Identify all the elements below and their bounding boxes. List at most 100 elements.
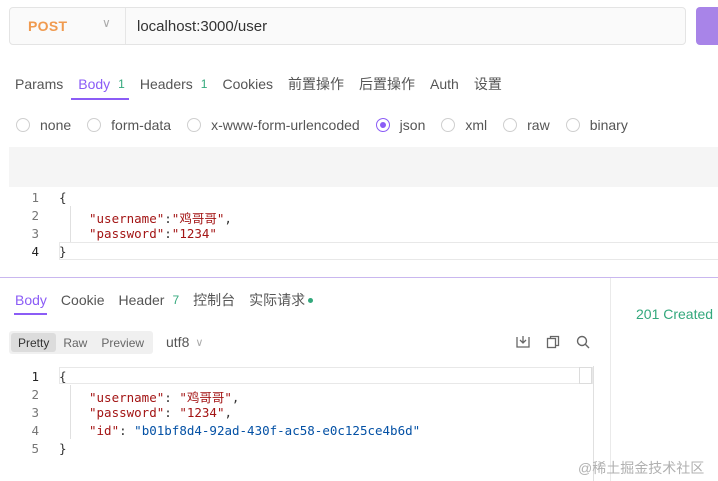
url-input[interactable]: [137, 8, 677, 44]
tab-count-badge: 1: [200, 77, 208, 91]
json-end: ,: [224, 405, 233, 420]
watermark: @稀土掘金技术社区: [578, 460, 705, 476]
json-key: "username": [89, 211, 165, 226]
response-body-viewer[interactable]: 1 { 2 "username": "鸡哥哥", 3 "password": "…: [9, 366, 594, 481]
radio-label: json: [399, 117, 426, 133]
mode-raw[interactable]: Raw: [56, 333, 94, 352]
radio-label: none: [40, 117, 72, 133]
code-line: {: [59, 190, 67, 205]
radio-xml[interactable]: xml: [441, 117, 487, 133]
divider: [610, 278, 611, 481]
radio-circle: [187, 118, 202, 132]
tab-label: Body: [78, 76, 111, 92]
line-number: 5: [31, 441, 39, 456]
line-number: 2: [31, 387, 39, 402]
copy-icon[interactable]: [545, 334, 561, 350]
send-button[interactable]: [696, 7, 718, 45]
tab-label: Cookie: [60, 292, 105, 308]
mode-preview[interactable]: Preview: [94, 333, 151, 352]
tab-post-request[interactable]: 后置操作: [359, 74, 415, 94]
radio-circle: [16, 118, 30, 132]
radio-raw[interactable]: raw: [503, 117, 550, 133]
tab-label: 实际请求: [249, 292, 306, 308]
json-value: "鸡哥哥": [179, 390, 232, 405]
code-line: }: [59, 244, 67, 259]
tab-response-cookie[interactable]: Cookie: [61, 290, 105, 310]
tab-pre-request[interactable]: 前置操作: [288, 74, 344, 94]
json-value: "鸡哥哥": [171, 211, 225, 226]
tab-response-header[interactable]: Header 7: [119, 290, 180, 310]
code-line: "username": "鸡哥哥",: [89, 387, 239, 406]
radio-urlencoded[interactable]: x-www-form-urlencoded: [187, 117, 360, 133]
json-sep: :: [119, 423, 135, 438]
radio-circle: [565, 118, 580, 132]
body-type-radios: none form-data x-www-form-urlencoded jso…: [16, 117, 644, 133]
line-number: 4: [31, 244, 39, 259]
json-value: "b01bf8d4-92ad-430f-ac58-e0c125ce4b6d": [134, 423, 421, 438]
tab-body[interactable]: Body 1: [78, 74, 125, 94]
code-line: "password":"1234": [89, 226, 217, 241]
encoding-value: utf8: [166, 334, 190, 350]
json-value: "1234": [171, 226, 217, 241]
divider: [125, 8, 126, 44]
json-key: "password": [89, 226, 165, 241]
tab-response-body[interactable]: Body: [15, 290, 47, 310]
json-key: "password": [89, 405, 165, 420]
radio-none[interactable]: none: [16, 117, 71, 133]
radio-label: binary: [589, 117, 628, 133]
json-end: ,: [224, 211, 232, 226]
tab-label: 控制台: [193, 292, 236, 308]
radio-binary[interactable]: binary: [565, 117, 628, 133]
editor-toolbar: [9, 147, 718, 187]
radio-circle: [87, 118, 102, 132]
json-key: "id": [89, 423, 120, 438]
active-tab-indicator: [71, 98, 129, 100]
tab-auth[interactable]: Auth: [430, 74, 459, 94]
radio-json[interactable]: json: [375, 117, 426, 133]
status-dot: [308, 297, 314, 303]
tab-label: Header: [118, 292, 165, 308]
tab-actual-request[interactable]: 实际请求: [249, 290, 314, 310]
radio-label: form-data: [111, 117, 172, 133]
chevron-down-icon: ∨: [195, 336, 204, 349]
request-tabs: Params Body 1 Headers 1 Cookies 前置操作 后置操作 …: [15, 74, 517, 94]
tab-console[interactable]: 控制台: [193, 290, 235, 310]
tab-label: 前置操作: [288, 76, 345, 92]
json-sep: :: [164, 226, 172, 241]
json-value: "1234": [179, 405, 225, 420]
radio-label: xml: [465, 117, 488, 133]
chevron-down-icon: ∨: [102, 16, 111, 30]
tab-count-badge: 7: [172, 293, 180, 307]
code-line: {: [59, 369, 67, 384]
code-line: "id": "b01bf8d4-92ad-430f-ac58-e0c125ce4…: [89, 423, 420, 438]
request-body-editor[interactable]: 1 { 2 "username":"鸡哥哥", 3 "password":"12…: [9, 187, 718, 262]
radio-label: x-www-form-urlencoded: [211, 117, 360, 133]
tab-headers[interactable]: Headers 1: [140, 74, 208, 94]
view-mode-toggle: Pretty Raw Preview: [9, 331, 154, 354]
radio-circle: [441, 118, 456, 132]
code-line: "username":"鸡哥哥",: [89, 208, 232, 227]
tab-label: Headers: [139, 76, 193, 92]
json-sep: :: [164, 211, 172, 226]
json-sep: :: [164, 405, 180, 420]
method-label: POST: [28, 18, 68, 34]
tab-label: Auth: [430, 76, 459, 92]
tab-label: Cookies: [222, 76, 274, 92]
line-number: 2: [31, 208, 39, 223]
line-number: 1: [31, 369, 39, 384]
radio-form-data[interactable]: form-data: [87, 117, 171, 133]
download-icon[interactable]: [515, 334, 531, 350]
search-icon[interactable]: [575, 334, 591, 350]
tab-cookies[interactable]: Cookies: [222, 74, 273, 94]
radio-label: raw: [527, 117, 550, 133]
json-end: ,: [231, 390, 240, 405]
line-number: 1: [31, 190, 39, 205]
tab-label: 后置操作: [359, 76, 416, 92]
tab-params[interactable]: Params: [15, 74, 63, 94]
line-number: 3: [31, 226, 39, 241]
tab-settings[interactable]: 设置: [474, 74, 502, 94]
encoding-select[interactable]: utf8 ∨: [166, 334, 203, 350]
mode-pretty[interactable]: Pretty: [11, 333, 57, 352]
line-number: 3: [31, 405, 39, 420]
code-line: }: [59, 441, 67, 456]
